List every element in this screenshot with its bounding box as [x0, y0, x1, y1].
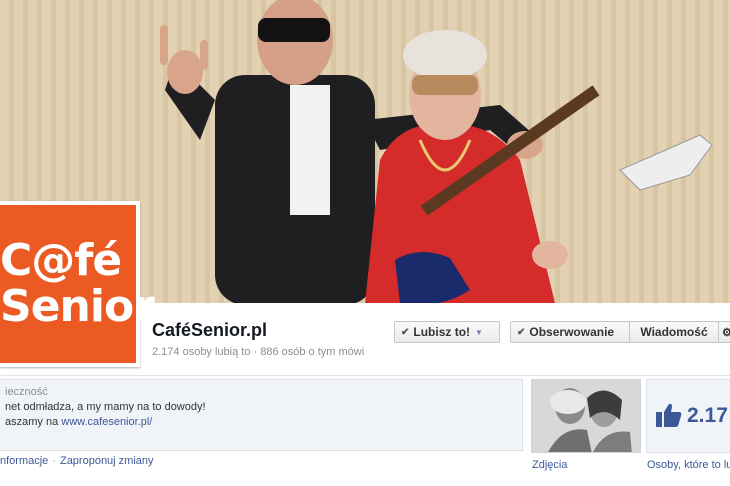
about-website-prefix: aszamy na: [5, 416, 62, 428]
message-button-label: Wiadomość: [640, 325, 708, 339]
chevron-down-icon: ▼: [475, 327, 483, 337]
page-title[interactable]: CaféSenior.pl: [152, 320, 267, 341]
photos-label[interactable]: Zdjęcia: [532, 459, 567, 471]
info-link[interactable]: nformacje: [0, 455, 48, 467]
cafesenior-logo: C@fé Senior: [0, 205, 155, 363]
likes-label[interactable]: Osoby, które to lu: [647, 459, 730, 471]
about-heading: ieczność: [5, 386, 48, 398]
photos-thumbnail: [532, 380, 640, 452]
follow-button[interactable]: ✔ Obserwowanie: [510, 321, 630, 343]
about-links: nformacje · Zaproponuj zmiany: [0, 455, 154, 467]
logo-line-2: Senior: [0, 281, 155, 332]
follow-button-label: Obserwowanie: [529, 325, 615, 339]
suggest-edits-link[interactable]: Zaproponuj zmiany: [60, 455, 154, 467]
about-card: ieczność net odmładza, a my mamy na to d…: [0, 379, 523, 451]
like-button[interactable]: ✔ Lubisz to! ▼: [394, 321, 500, 343]
link-separator: ·: [52, 455, 56, 467]
check-icon: ✔: [517, 326, 526, 338]
settings-button[interactable]: ⚙: [718, 321, 730, 343]
like-button-label: Lubisz to!: [413, 325, 471, 339]
about-website-line: aszamy na www.cafesenior.pl/: [5, 416, 522, 428]
logo-line-1: C@fé: [0, 235, 122, 286]
photos-tile[interactable]: [531, 379, 641, 453]
thumbs-up-icon: [656, 403, 682, 427]
likes-count: 2.17: [687, 404, 728, 427]
website-link[interactable]: www.cafesenior.pl/: [61, 416, 152, 428]
page-stats: 2.174 osoby lubią to · 886 osób o tym mó…: [152, 346, 365, 358]
check-icon: ✔: [401, 326, 410, 338]
message-button[interactable]: Wiadomość: [629, 321, 719, 343]
about-description: net odmładza, a my mamy na to dowody!: [5, 401, 206, 413]
gear-icon: ⚙: [722, 326, 730, 339]
likes-tile[interactable]: 2.17: [646, 379, 730, 453]
profile-picture[interactable]: C@fé Senior: [0, 201, 155, 367]
